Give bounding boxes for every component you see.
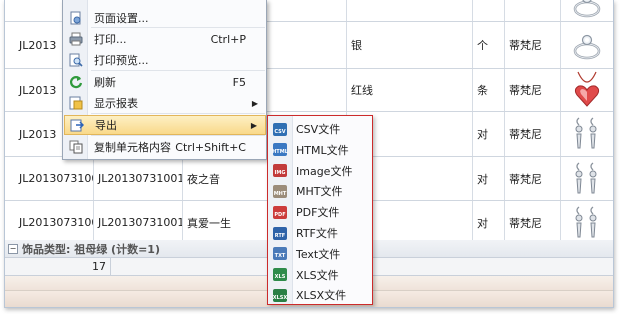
ring-thumbnail [561,0,613,21]
menu-separator [91,113,265,114]
export-html-item[interactable]: HTML HTML文件 [268,140,372,160]
export-item-label: CSV文件 [296,123,341,136]
earring-thumbnail [561,112,613,156]
refresh-icon [64,75,88,89]
menu-item-label: 复制单元格内容 [94,141,171,154]
export-submenu: CSV CSV文件 HTML HTML文件 IMG Image文件 MHT MHT文件 PDF P… [267,115,373,305]
file-type-badge: CSV [273,122,287,136]
xlsx-file-icon: XLSX [268,288,292,302]
page-setup-icon [64,11,88,25]
menu-item-label: 导出 [95,119,117,132]
print-preview-icon [64,53,88,67]
file-type-badge: XLSX [273,288,287,302]
export-item-label: XLSX文件 [296,289,347,303]
export-item-label: HTML文件 [296,143,349,157]
menu-item-copy-cell[interactable]: 复制单元格内容 Ctrl+Shift+C [64,137,266,157]
unit-cell: 对 [473,112,505,156]
file-type-badge: HTML [272,143,288,157]
file-type-badge: RTF [273,226,287,240]
unit-cell [473,0,505,21]
context-menu: 页面设置... 打印... Ctrl+P 打印预览... 刷新 F5 显示报表 ▶ 导出 ▶ 复制单… [62,0,267,160]
submenu-arrow-icon: ▶ [250,120,257,130]
group-header-label: 饰品类型: 祖母绿 (计数=1) [22,242,160,256]
menu-item-label: 打印... [94,33,127,46]
show-report-icon [64,96,88,110]
menu-item-export[interactable]: 导出 ▶ [64,115,266,135]
file-type-badge: TXT [273,247,287,261]
menu-shortcut: Ctrl+P [210,32,246,46]
menu-item-label: 打印预览... [94,54,149,67]
image-file-icon: IMG [268,164,292,178]
menu-item-page-setup[interactable]: 页面设置... [64,8,266,28]
brand-cell: 蒂梵尼 [505,22,561,68]
xls-file-icon: XLS [268,268,292,282]
menu-item-print[interactable]: 打印... Ctrl+P [64,29,266,49]
menu-item-label: 刷新 [94,76,116,89]
menu-shortcut: Ctrl+Shift+C [175,140,246,154]
export-text-item[interactable]: TXT Text文件 [268,244,372,264]
csv-file-icon: CSV [268,122,292,136]
pdf-file-icon: PDF [268,205,292,219]
ring-thumbnail [561,22,613,68]
earring-thumbnail [561,201,613,244]
brand-cell: 蒂梵尼 [505,112,561,156]
brand-cell: 蒂梵尼 [505,69,561,111]
export-mht-item[interactable]: MHT MHT文件 [268,181,372,201]
export-item-label: MHT文件 [296,185,343,199]
export-rtf-item[interactable]: RTF RTF文件 [268,223,372,243]
export-item-label: Image文件 [296,164,353,178]
menu-item-label: 页面设置... [94,12,149,25]
unit-cell: 对 [473,157,505,200]
unit-cell: 个 [473,22,505,68]
report-viewer: JL2013银个蒂梵尼JL2013H127红线条蒂梵尼JL2013对蒂梵尼JL2… [4,0,614,308]
export-xlsx-item[interactable]: XLSX XLSX文件 [268,285,372,305]
material-cell: 红线 [347,69,473,111]
file-type-badge: IMG [273,164,287,178]
html-file-icon: HTML [268,143,292,157]
export-csv-item[interactable]: CSV CSV文件 [268,119,372,139]
export-xls-item[interactable]: XLS XLS文件 [268,265,372,285]
menu-item-label: 显示报表 [94,97,138,110]
menu-item-refresh[interactable]: 刷新 F5 [64,72,266,92]
export-icon [65,118,89,132]
export-image-item[interactable]: IMG Image文件 [268,161,372,181]
menu-separator [91,135,265,136]
unit-cell: 对 [473,201,505,244]
brand-cell [505,0,561,21]
collapse-group-button[interactable]: − [8,243,18,254]
menu-item-print-preview[interactable]: 打印预览... [64,50,266,70]
menu-separator [91,70,265,71]
rtf-file-icon: RTF [268,226,292,240]
copy-cell-icon [64,140,88,154]
mht-file-icon: MHT [268,184,292,198]
brand-cell: 蒂梵尼 [505,201,561,244]
menu-item-show-report[interactable]: 显示报表 ▶ [64,93,266,113]
unit-cell: 条 [473,69,505,111]
barcode-cell: JL201307310017 [94,201,183,244]
material-cell [347,0,473,21]
brand-cell: 蒂梵尼 [505,157,561,200]
export-item-label: Text文件 [296,247,341,261]
item-code-cell: JL201307310017 [5,201,94,244]
material-cell: 银 [347,22,473,68]
summary-count-cell: 17 [5,258,111,275]
barcode-cell: JL201307310016 [94,157,183,200]
file-type-badge: MHT [273,184,287,198]
file-type-badge: XLS [273,268,287,282]
export-pdf-item[interactable]: PDF PDF文件 [268,202,372,222]
export-item-label: RTF文件 [296,227,338,240]
export-item-label: XLS文件 [296,268,339,282]
menu-separator [91,27,265,28]
earring-thumbnail [561,157,613,200]
submenu-arrow-icon: ▶ [251,98,258,108]
print-icon [64,32,88,46]
file-type-badge: PDF [273,205,287,219]
text-file-icon: TXT [268,247,292,261]
menu-shortcut: F5 [232,75,246,89]
heart-pendant-thumbnail [561,69,613,111]
item-code-cell: JL201307310016 [5,157,94,200]
export-item-label: PDF文件 [296,206,340,220]
